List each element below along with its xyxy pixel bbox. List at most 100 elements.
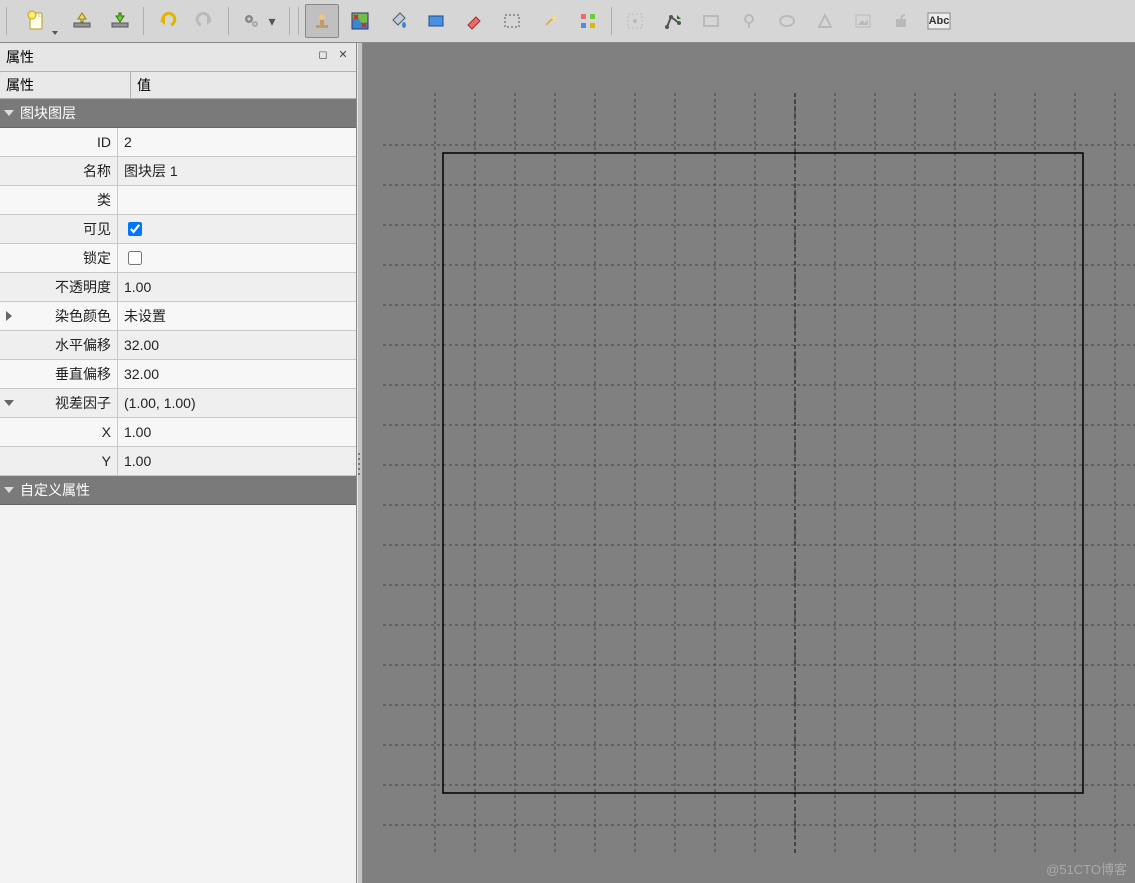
eraser-button[interactable] xyxy=(457,4,491,38)
select-same-button[interactable] xyxy=(571,4,605,38)
prop-locked-checkbox[interactable] xyxy=(128,251,142,265)
prop-px-value[interactable]: 1.00 xyxy=(118,418,356,446)
command-button[interactable]: ▾ xyxy=(235,4,283,38)
panel-title-label: 属性 xyxy=(6,47,34,67)
prop-row-opacity: 不透明度 1.00 xyxy=(0,273,356,302)
section-collapse-icon xyxy=(4,110,14,116)
panel-title: 属性 ◻ ✕ xyxy=(0,43,356,72)
prop-tint-value[interactable]: 未设置 xyxy=(118,302,356,330)
prop-opacity-label: 不透明度 xyxy=(55,277,111,297)
prop-visible-label: 可见 xyxy=(83,219,111,239)
new-file-button[interactable] xyxy=(13,4,61,38)
prop-row-hoff: 水平偏移 32.00 xyxy=(0,331,356,360)
section-tilelayer[interactable]: 图块图层 xyxy=(0,99,356,128)
prop-row-locked: 锁定 xyxy=(0,244,356,273)
prop-row-py: Y 1.00 xyxy=(0,447,356,476)
section-custom-label: 自定义属性 xyxy=(20,480,90,500)
properties-panel: 属性 ◻ ✕ 属性 值 图块图层 ID 2 名称 图块层 1 类 xyxy=(0,43,357,883)
panel-float-button[interactable]: ◻ xyxy=(316,47,330,61)
properties-header: 属性 值 xyxy=(0,72,356,99)
insert-image-icon xyxy=(853,11,873,31)
bucket-fill-button[interactable] xyxy=(381,4,415,38)
prop-opacity-value[interactable]: 1.00 xyxy=(118,273,356,301)
prop-row-class: 类 xyxy=(0,186,356,215)
expand-icon[interactable] xyxy=(6,311,12,321)
prop-parallax-value[interactable]: (1.00, 1.00) xyxy=(118,389,356,417)
abc-label: Abc xyxy=(929,15,950,27)
prop-voff-label: 垂直偏移 xyxy=(55,364,111,384)
terrain-tool-button[interactable] xyxy=(343,4,377,38)
prop-hoff-value[interactable]: 32.00 xyxy=(118,331,356,359)
insert-rect-icon xyxy=(701,11,721,31)
prop-py-value[interactable]: 1.00 xyxy=(118,447,356,475)
prop-hoff-label: 水平偏移 xyxy=(55,335,111,355)
chevron-down-icon: ▾ xyxy=(268,13,275,30)
prop-row-name: 名称 图块层 1 xyxy=(0,157,356,186)
section-collapse-icon xyxy=(4,487,14,493)
insert-polygon-button xyxy=(808,4,842,38)
rect-select-button[interactable] xyxy=(495,4,529,38)
section-custom[interactable]: 自定义属性 xyxy=(0,476,356,505)
stamp-tool-button[interactable] xyxy=(305,4,339,38)
header-val-cell[interactable]: 值 xyxy=(131,72,356,98)
watermark: @51CTO博客 xyxy=(1046,859,1127,878)
terrain-icon xyxy=(350,11,370,31)
redo-button xyxy=(188,4,222,38)
shape-fill-icon xyxy=(426,11,446,31)
insert-template-button xyxy=(884,4,918,38)
prop-row-visible: 可见 xyxy=(0,215,356,244)
insert-image-button xyxy=(846,4,880,38)
prop-row-px: X 1.00 xyxy=(0,418,356,447)
bucket-icon xyxy=(388,11,408,31)
undo-icon xyxy=(157,11,177,31)
insert-point-icon xyxy=(739,11,759,31)
prop-parallax-label: 视差因子 xyxy=(55,393,111,413)
prop-name-label: 名称 xyxy=(83,161,111,181)
eraser-icon xyxy=(464,11,484,31)
stamp-icon xyxy=(312,11,332,31)
prop-id-label: ID xyxy=(97,134,111,150)
dropdown-arrow-icon xyxy=(52,31,58,35)
insert-ellipse-button xyxy=(770,4,804,38)
save-file-icon xyxy=(109,10,131,32)
shape-fill-button[interactable] xyxy=(419,4,453,38)
open-file-icon xyxy=(71,10,93,32)
prop-name-value[interactable]: 图块层 1 xyxy=(118,157,356,185)
prop-class-value[interactable] xyxy=(118,186,356,214)
edit-polygon-icon xyxy=(663,11,683,31)
insert-rect-button xyxy=(694,4,728,38)
section-tilelayer-label: 图块图层 xyxy=(20,103,76,123)
new-file-icon xyxy=(26,10,48,32)
prop-visible-checkbox[interactable] xyxy=(128,222,142,236)
open-file-button[interactable] xyxy=(65,4,99,38)
collapse-icon[interactable] xyxy=(4,400,14,406)
prop-id-value[interactable]: 2 xyxy=(118,128,356,156)
panel-close-button[interactable]: ✕ xyxy=(336,47,350,61)
prop-voff-value[interactable]: 32.00 xyxy=(118,360,356,388)
redo-icon xyxy=(195,11,215,31)
rect-select-icon xyxy=(502,11,522,31)
map-canvas[interactable]: @51CTO博客 xyxy=(363,43,1135,883)
custom-properties-area[interactable] xyxy=(0,505,356,883)
edit-object-button xyxy=(618,4,652,38)
prop-px-label: X xyxy=(102,424,111,440)
insert-ellipse-icon xyxy=(777,11,797,31)
undo-button[interactable] xyxy=(150,4,184,38)
magic-wand-button[interactable] xyxy=(533,4,567,38)
insert-text-button[interactable]: Abc xyxy=(922,4,956,38)
select-same-icon xyxy=(578,11,598,31)
prop-row-voff: 垂直偏移 32.00 xyxy=(0,360,356,389)
edit-polygon-button[interactable] xyxy=(656,4,690,38)
prop-class-label: 类 xyxy=(97,190,111,210)
prop-row-tint: 染色颜色 未设置 xyxy=(0,302,356,331)
prop-row-parallax: 视差因子 (1.00, 1.00) xyxy=(0,389,356,418)
edit-object-icon xyxy=(625,11,645,31)
magic-wand-icon xyxy=(540,11,560,31)
prop-py-label: Y xyxy=(102,453,111,469)
prop-locked-label: 锁定 xyxy=(83,248,111,268)
prop-tint-label: 染色颜色 xyxy=(55,306,111,326)
gears-icon xyxy=(242,11,262,31)
header-key-cell[interactable]: 属性 xyxy=(0,72,131,98)
insert-template-icon xyxy=(891,11,911,31)
save-file-button[interactable] xyxy=(103,4,137,38)
